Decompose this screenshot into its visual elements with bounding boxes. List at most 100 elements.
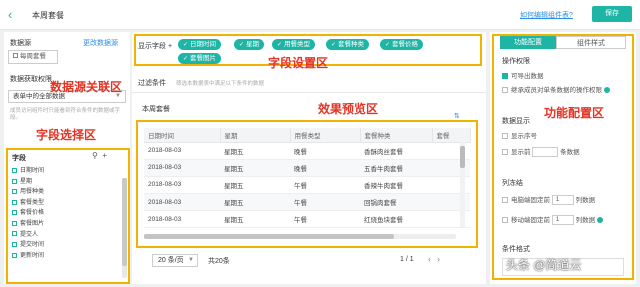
field-scrollbar-thumb[interactable] <box>122 178 127 266</box>
permission-note: 成员访问组件时只能看到符合条件的数据或字段。 <box>10 108 121 121</box>
table-vertical-scrollbar[interactable] <box>460 142 465 228</box>
form-icon <box>13 53 18 58</box>
cell: 香辣牛肉套餐 <box>360 176 432 195</box>
table-vertical-thumb[interactable] <box>460 146 465 168</box>
cell: 星期五 <box>220 193 290 212</box>
save-button[interactable]: 保存 <box>592 6 632 22</box>
freeze-pc-select[interactable]: 1 <box>551 195 574 206</box>
cell: 香酥肉丝套餐 <box>360 142 432 160</box>
field-header: 字段 <box>12 155 26 162</box>
field-chip[interactable]: 套餐价格 <box>380 39 424 50</box>
export-checkbox[interactable] <box>502 73 508 80</box>
help-icon[interactable] <box>597 217 604 224</box>
freeze-pc-checkbox[interactable] <box>502 197 508 204</box>
cell: 午餐 <box>290 176 360 195</box>
change-datasource-link[interactable]: 更改数据源 <box>83 38 118 48</box>
cell: 星期五 <box>220 176 290 195</box>
cell: 2018-08-03 <box>144 210 220 229</box>
top-bar: ‹ 本周套餐 如何编辑组件表? 保存 <box>0 0 640 30</box>
total-count: 共20条 <box>208 258 230 265</box>
divider <box>132 92 486 93</box>
freeze-mobile-checkbox[interactable] <box>502 217 508 224</box>
field-list: 日期时间 星期 用餐种类 套餐类型 套餐价格 套餐图片 提交人 提交时间 更新时… <box>12 166 44 261</box>
left-panel: 数据源 更改数据源 每周套餐 数据获取权限 表单中的全部数据 ▼ 成员访问组件时只… <box>4 32 130 284</box>
inherit-checkbox[interactable] <box>502 87 508 94</box>
table-horizontal-thumb[interactable] <box>144 234 394 239</box>
field-chip[interactable]: 日期时间 <box>178 39 222 50</box>
serial-option[interactable]: 显示序号 <box>502 130 537 140</box>
field-type-icon <box>12 242 17 248</box>
annotation-preview: 效果预览区 <box>318 102 379 116</box>
table-row: 2018-08-03 星期五 午餐 香辣牛肉套餐 <box>144 176 470 195</box>
freeze-mobile-select[interactable]: 1 <box>551 215 574 226</box>
field-item[interactable]: 提交人 <box>12 230 44 241</box>
next-page-icon[interactable]: › <box>437 254 446 264</box>
field-type-icon <box>12 231 17 237</box>
preview-area: 日期时间 星期 用餐类型 套餐种类 套餐 2018-08-03 星期五 晚餐 香酥肉丝… <box>136 120 478 248</box>
chevron-down-icon: ▼ <box>188 257 194 263</box>
column-header[interactable]: 星期 <box>220 128 291 143</box>
ops-title: 操作权限 <box>502 58 530 65</box>
field-item[interactable]: 提交时间 <box>12 240 44 251</box>
preview-table: 日期时间 星期 用餐类型 套餐种类 套餐 2018-08-03 星期五 晚餐 香酥肉丝… <box>144 128 471 229</box>
cell: 2018-08-03 <box>144 142 220 160</box>
field-item[interactable]: 日期时间 <box>12 166 44 177</box>
help-link[interactable]: 如何编辑组件表? <box>520 10 573 20</box>
cell: 2018-08-03 <box>144 193 220 212</box>
table-horizontal-scrollbar[interactable] <box>144 234 456 239</box>
field-chip[interactable]: 套餐图片 <box>178 53 222 64</box>
field-item[interactable]: 套餐价格 <box>12 208 44 219</box>
show-first-option[interactable]: 显示前 条数据 <box>502 146 580 158</box>
field-type-icon <box>12 178 17 184</box>
display-fields-label: 显示字段 + <box>138 43 173 50</box>
show-first-checkbox[interactable] <box>502 149 508 156</box>
freeze-title: 列冻结 <box>502 180 523 187</box>
cell: 2018-08-03 <box>144 176 220 195</box>
datasource-item-label: 每周套餐 <box>20 53 46 60</box>
field-type-icon <box>12 210 17 216</box>
condition-format-title: 条件格式 <box>502 246 530 253</box>
column-header[interactable]: 用餐类型 <box>290 128 361 143</box>
cell: 红烧鱼块套餐 <box>360 210 432 229</box>
column-header[interactable]: 套餐 <box>432 128 471 143</box>
filter-label[interactable]: 过滤条件 <box>138 78 166 88</box>
back-icon[interactable]: ‹ <box>8 8 22 22</box>
cell: 回锅肉套餐 <box>360 193 432 212</box>
cell: 晚餐 <box>290 159 360 177</box>
field-chip[interactable]: 套餐种类 <box>326 39 370 50</box>
table-row: 2018-08-03 星期五 午餐 红烧鱼块套餐 <box>144 210 470 229</box>
field-chip[interactable]: 星期 <box>234 39 265 50</box>
serial-checkbox[interactable] <box>502 133 508 140</box>
table-row: 2018-08-03 星期五 晚餐 香酥肉丝套餐 <box>144 142 470 160</box>
page-size-select[interactable]: 20 条/页 ▼ <box>152 254 198 267</box>
permission-label: 数据获取权限 <box>10 76 52 83</box>
annotation-config: 功能配置区 <box>544 106 605 120</box>
field-type-icon <box>12 189 17 195</box>
freeze-mobile-option[interactable]: 移动端固定前 1 列数据 <box>502 214 604 226</box>
field-item[interactable]: 更新时间 <box>12 251 44 262</box>
add-icon[interactable]: + <box>102 151 107 160</box>
table-title: 本周套餐 <box>142 106 170 113</box>
field-item[interactable]: 星期 <box>12 177 44 188</box>
field-item[interactable]: 套餐类型 <box>12 198 44 209</box>
field-chip[interactable]: 用餐类型 <box>272 39 316 50</box>
settings-icon[interactable]: ⇅ <box>454 112 460 120</box>
help-icon[interactable] <box>604 87 610 94</box>
export-option[interactable]: 可导出数据 <box>502 70 544 80</box>
annotation-datasource: 数据源关联区 <box>50 80 123 94</box>
annotation-field-select: 字段选择区 <box>36 128 97 142</box>
show-count-input[interactable] <box>532 147 559 158</box>
tab-function-config[interactable]: 功能配置 <box>500 36 556 49</box>
datasource-item[interactable]: 每周套餐 <box>8 50 58 64</box>
tab-component-style[interactable]: 组件样式 <box>556 36 626 49</box>
inherit-option[interactable]: 继承成员对单条数据的操作权限 <box>502 84 610 94</box>
cell: 星期五 <box>220 159 290 177</box>
field-item[interactable]: 套餐图片 <box>12 219 44 230</box>
freeze-pc-option[interactable]: 电脑端固定前 1 列数据 <box>502 194 595 206</box>
column-header[interactable]: 日期时间 <box>144 128 221 143</box>
column-header[interactable]: 套餐种类 <box>360 128 433 143</box>
prev-page-icon[interactable]: ‹ <box>428 254 437 264</box>
field-scrollbar[interactable] <box>122 178 127 278</box>
field-item[interactable]: 用餐种类 <box>12 187 44 198</box>
search-icon[interactable]: ⚲ <box>92 151 98 160</box>
